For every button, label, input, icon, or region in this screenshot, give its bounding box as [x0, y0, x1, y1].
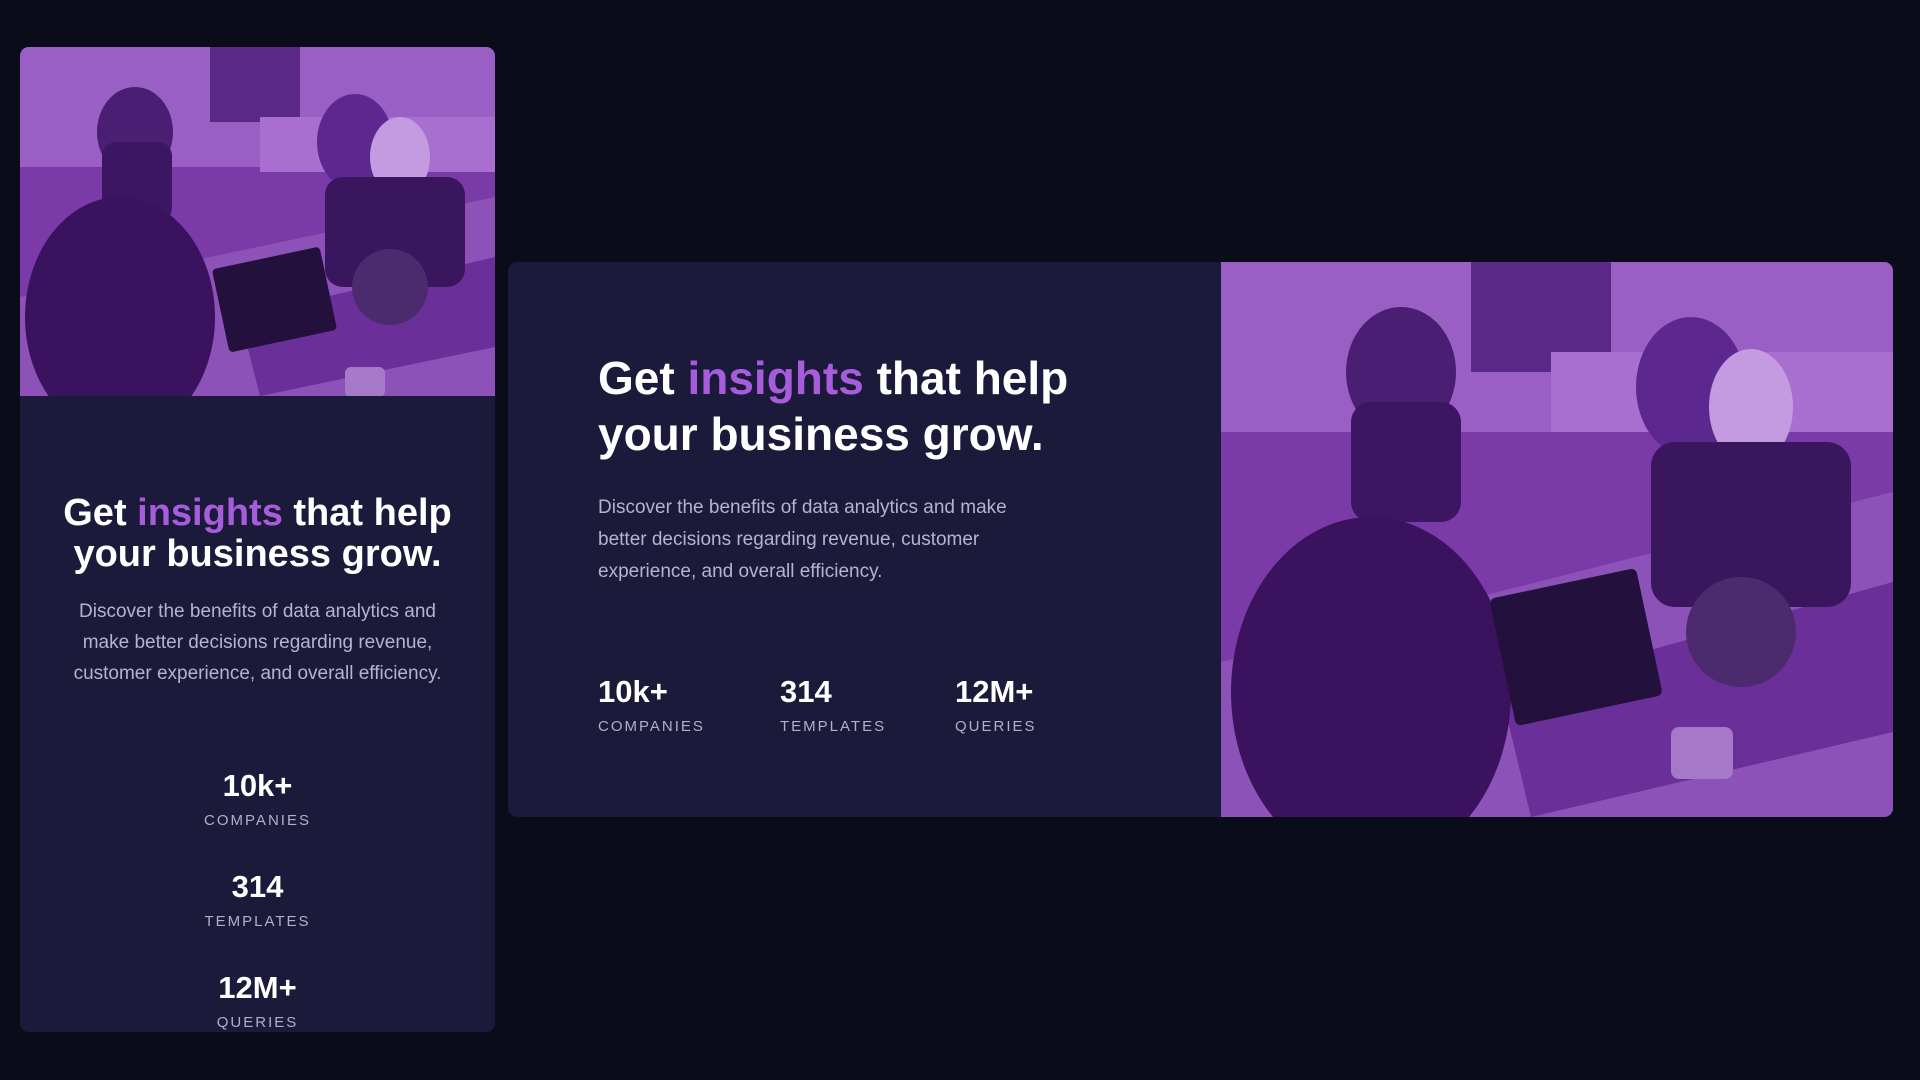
stat-label: QUERIES — [216, 1014, 299, 1031]
headline-accent: insights — [687, 352, 864, 404]
stat-queries: 12M+ QUERIES — [955, 674, 1037, 735]
stats-card-desktop: Get insights that help your business gro… — [508, 262, 1893, 817]
stats-list: 10k+ COMPANIES 314 TEMPLATES 12M+ QUERIE… — [598, 674, 1158, 754]
description: Discover the benefits of data analytics … — [598, 497, 1007, 582]
headline: Get insights that help your business gro… — [598, 352, 1069, 460]
stat-label: TEMPLATES — [780, 718, 887, 735]
stat-value: 314 — [231, 869, 284, 904]
stat-label: COMPANIES — [598, 718, 705, 735]
stat-label: QUERIES — [955, 718, 1037, 735]
stats-card-mobile: Get insights that help your business gro… — [20, 47, 495, 1032]
stat-value: 10k+ — [222, 768, 293, 803]
stat-value: 314 — [780, 674, 832, 709]
stats-content: Get insights that help your business gro… — [508, 262, 1221, 817]
headline: Get insights that help your business gro… — [63, 492, 452, 575]
stat-companies: 10k+ COMPANIES — [598, 674, 705, 735]
stat-value: 12M+ — [218, 970, 297, 1005]
stat-label: TEMPLATES — [204, 913, 311, 930]
stat-label: COMPANIES — [204, 812, 311, 829]
stat-templates: 314 TEMPLATES — [20, 869, 495, 970]
office-team-photo — [20, 47, 495, 396]
headline-accent: insights — [137, 492, 283, 534]
stats-list: 10k+ COMPANIES 314 TEMPLATES 12M+ QUERIE… — [20, 768, 495, 1032]
stat-value: 12M+ — [955, 674, 1034, 709]
stat-companies: 10k+ COMPANIES — [20, 768, 495, 869]
stat-queries: 12M+ QUERIES — [20, 970, 495, 1032]
stat-value: 10k+ — [598, 674, 668, 709]
office-team-photo — [1221, 262, 1893, 817]
description: Discover the benefits of data analytics … — [73, 601, 442, 684]
stats-content: Get insights that help your business gro… — [20, 396, 495, 1032]
stat-templates: 314 TEMPLATES — [780, 674, 886, 735]
